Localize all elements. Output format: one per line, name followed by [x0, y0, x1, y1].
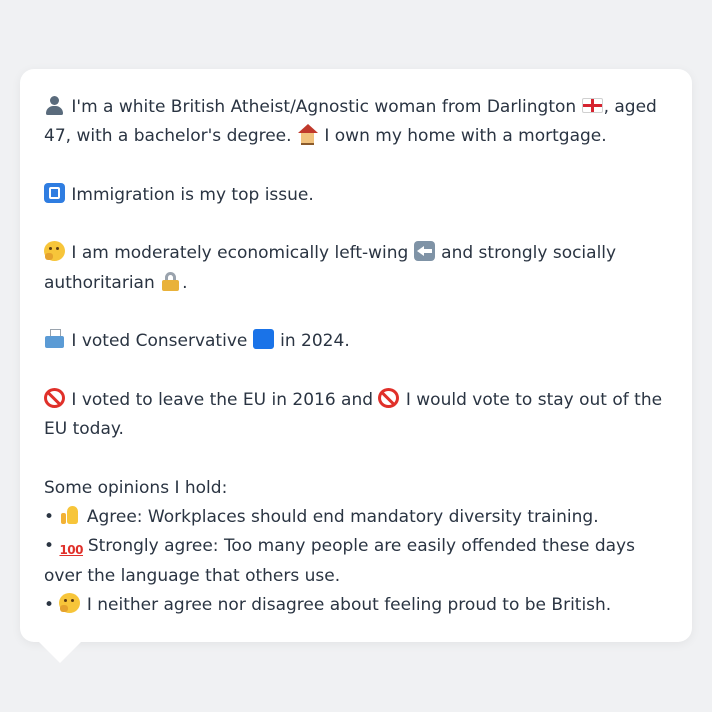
no-entry-icon	[378, 387, 400, 408]
intro-paragraph: I'm a white British Atheist/Agnostic wom…	[44, 93, 672, 152]
top-issue-paragraph: Immigration is my top issue.	[44, 181, 672, 210]
opinion-item: • I neither agree nor disagree about fee…	[44, 591, 672, 620]
intro-text-1: I'm a white British Atheist/Agnostic wom…	[66, 97, 582, 117]
passport-control-icon	[44, 182, 65, 203]
intro-text-3: I own my home with a mortgage.	[318, 126, 607, 147]
england-flag-icon	[581, 98, 603, 113]
blue-square-icon	[252, 329, 274, 350]
eu-paragraph: I voted to leave the EU in 2016 and I wo…	[44, 386, 672, 445]
ideology-text-1: I am moderately economically left-wing	[66, 243, 414, 264]
opinion-text: I neither agree nor disagree about feeli…	[81, 595, 612, 616]
thumbs-up-icon	[59, 505, 80, 525]
opinion-text: Strongly agree: Too many people are easi…	[44, 536, 635, 586]
person-silhouette-icon	[44, 95, 65, 115]
bubble-tail	[38, 641, 82, 663]
top-issue-text: Immigration is my top issue.	[66, 184, 314, 205]
eu-text-1: I voted to leave the EU in 2016 and	[66, 389, 379, 410]
vote-paragraph: I voted Conservative in 2024.	[44, 327, 672, 356]
opinion-item: • 100 Strongly agree: Too many people ar…	[44, 532, 672, 591]
no-entry-icon	[44, 387, 65, 408]
thinking-face-icon	[59, 593, 81, 614]
bullet: •	[44, 536, 55, 557]
lock-icon	[160, 271, 181, 291]
thinking-face-icon	[44, 241, 65, 262]
vote-text-2: in 2024.	[274, 331, 350, 352]
opinions-heading: Some opinions I hold:	[44, 477, 228, 498]
hundred-points-icon: 100	[59, 543, 83, 558]
vote-text-1: I voted Conservative	[66, 331, 253, 352]
bullet: •	[44, 595, 55, 616]
house-icon	[297, 124, 318, 146]
ideology-paragraph: I am moderately economically left-wing a…	[44, 239, 672, 298]
persona-message-bubble: I'm a white British Atheist/Agnostic wom…	[20, 69, 692, 642]
bullet: •	[44, 507, 55, 528]
left-arrow-icon	[413, 241, 435, 262]
opinion-item: • Agree: Workplaces should end mandatory…	[44, 503, 672, 532]
ballot-box-icon	[44, 329, 65, 349]
opinion-text: Agree: Workplaces should end mandatory d…	[81, 507, 599, 528]
ideology-text-3: .	[182, 272, 188, 293]
